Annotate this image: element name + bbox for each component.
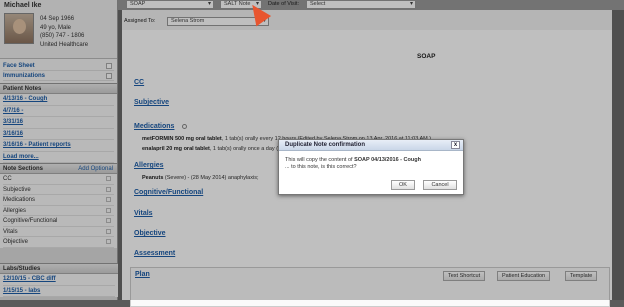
dialog-title-bar: Duplicate Note confirmation x (279, 140, 463, 151)
cancel-button[interactable]: Cancel (423, 180, 457, 190)
dialog-message: This will copy the content of SOAP 04/13… (279, 151, 463, 177)
dialog-title: Duplicate Note confirmation (285, 142, 366, 148)
dialog-text-suffix: ... to this note, is this correct? (285, 164, 357, 170)
ok-button[interactable]: OK (391, 180, 415, 190)
close-icon[interactable]: x (451, 141, 460, 149)
dialog-text-prefix: This will copy the content of (285, 157, 355, 163)
dialog-note-name: SOAP 04/13/2016 - Cough (354, 157, 421, 163)
duplicate-note-dialog: Duplicate Note confirmation x This will … (278, 139, 464, 195)
